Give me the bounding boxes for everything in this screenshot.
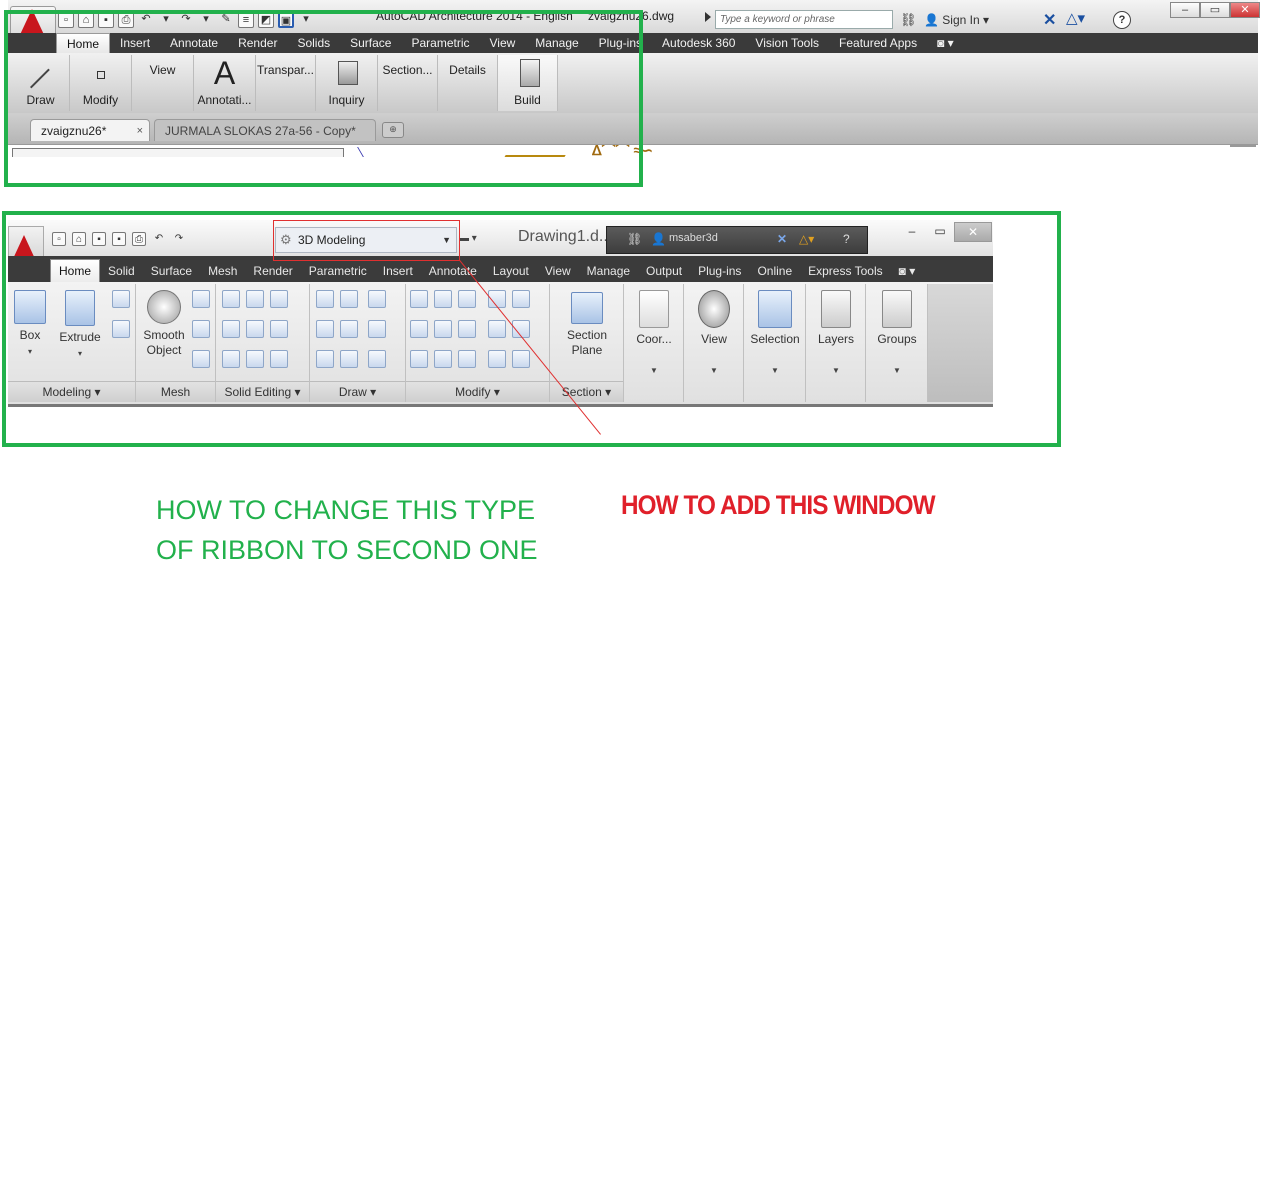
window-controls: – ▭ ✕ bbox=[1170, 2, 1260, 18]
sign-in-link[interactable]: 👤 Sign In ▾ bbox=[924, 13, 989, 27]
tab-autodesk-360[interactable]: Autodesk 360 bbox=[652, 33, 745, 53]
maximize-button[interactable]: ▭ bbox=[1200, 2, 1230, 18]
close-button[interactable]: ✕ bbox=[1230, 2, 1260, 18]
tab-vision-tools[interactable]: Vision Tools bbox=[745, 33, 829, 53]
exchange-icon[interactable]: ✕ bbox=[1043, 10, 1056, 30]
highlight-frame-top bbox=[4, 10, 643, 187]
highlight-frame-bottom bbox=[2, 211, 1061, 447]
keyword-search-input[interactable]: Type a keyword or phrase bbox=[715, 10, 893, 29]
autodesk-icon[interactable]: △▾ bbox=[1066, 9, 1085, 27]
tab-featured-apps[interactable]: Featured Apps bbox=[829, 33, 927, 53]
help-icon[interactable]: ? bbox=[1113, 11, 1131, 29]
ribbon-minimize-icon[interactable]: ◙ ▾ bbox=[927, 33, 964, 53]
minimize-button[interactable]: – bbox=[1170, 2, 1200, 18]
search-expand-icon[interactable] bbox=[705, 12, 711, 22]
workspace-highlight-box bbox=[273, 220, 460, 261]
sign-in-label: Sign In bbox=[942, 13, 980, 27]
question-add-window: HOW TO ADD THIS WINDOW bbox=[621, 490, 936, 520]
question-ribbon-type: HOW TO CHANGE THIS TYPE OF RIBBON TO SEC… bbox=[156, 495, 538, 565]
binoculars-icon[interactable]: ⛓ bbox=[900, 12, 917, 28]
drawing-edge-fragment bbox=[1230, 145, 1256, 147]
